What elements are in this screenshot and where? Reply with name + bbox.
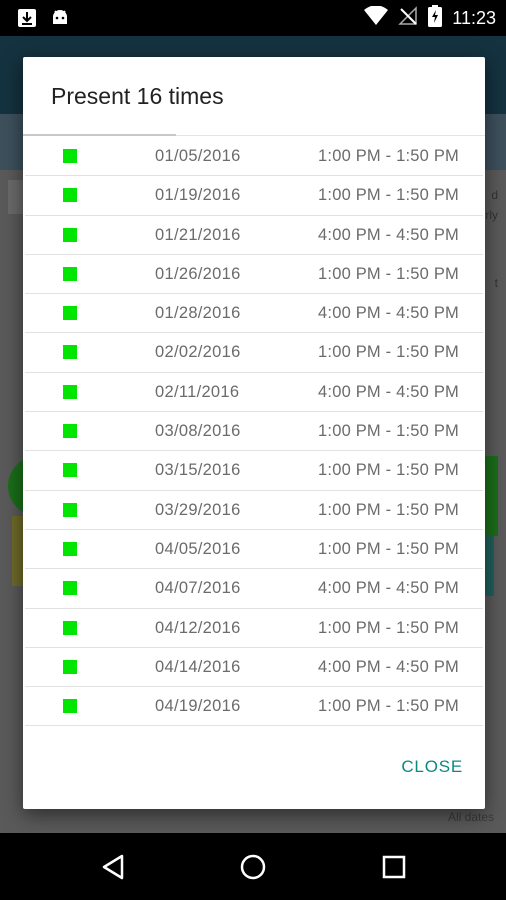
present-marker-icon: [63, 345, 77, 360]
row-time: 1:00 PM - 1:50 PM: [318, 697, 459, 716]
back-icon[interactable]: [98, 851, 130, 883]
background-text: d: [491, 188, 498, 202]
list-item: 01/19/2016 1:00 PM - 1:50 PM: [25, 176, 483, 216]
list-item: 01/28/2016 4:00 PM - 4:50 PM: [25, 294, 483, 334]
present-marker-icon: [63, 227, 77, 242]
home-icon[interactable]: [237, 851, 269, 883]
list-item: 01/21/2016 4:00 PM - 4:50 PM: [25, 216, 483, 255]
list-item: 04/14/2016 4:00 PM - 4:50 PM: [25, 648, 483, 688]
present-marker-icon: [63, 306, 77, 321]
background-text: t: [494, 276, 498, 290]
list-item: 01/05/2016 1:00 PM - 1:50 PM: [25, 137, 483, 177]
row-date: 01/28/2016: [155, 304, 241, 323]
background-text: rly: [485, 208, 498, 222]
list-item: 04/12/2016 1:00 PM - 1:50 PM: [25, 609, 483, 648]
list-item: 03/29/2016 1:00 PM - 1:50 PM: [25, 491, 483, 530]
present-marker-icon: [63, 541, 77, 556]
row-time: 4:00 PM - 4:50 PM: [318, 657, 459, 676]
row-time: 4:00 PM - 4:50 PM: [318, 382, 459, 401]
close-button[interactable]: CLOSE: [401, 757, 463, 777]
row-date: 04/14/2016: [155, 657, 241, 676]
list-item: 04/05/2016 1:00 PM - 1:50 PM: [25, 530, 483, 570]
list-item: 02/02/2016 1:00 PM - 1:50 PM: [25, 333, 483, 373]
scroll-indicator: [23, 134, 176, 136]
row-date: 02/11/2016: [155, 382, 240, 401]
clock: 11:23: [452, 7, 496, 28]
row-time: 1:00 PM - 1:50 PM: [318, 264, 459, 283]
list-item: 03/08/2016 1:00 PM - 1:50 PM: [25, 412, 483, 452]
row-date: 04/12/2016: [155, 618, 241, 637]
list-item: 01/26/2016 1:00 PM - 1:50 PM: [25, 255, 483, 295]
list-item: 02/11/2016 4:00 PM - 4:50 PM: [25, 373, 483, 413]
row-time: 1:00 PM - 1:50 PM: [318, 186, 459, 205]
list-item: 04/07/2016 4:00 PM - 4:50 PM: [25, 569, 483, 609]
row-time: 4:00 PM - 4:50 PM: [318, 304, 459, 323]
row-date: 01/26/2016: [155, 264, 241, 283]
present-marker-icon: [63, 581, 77, 596]
present-marker-icon: [63, 659, 77, 674]
present-marker-icon: [63, 463, 77, 478]
recents-icon[interactable]: [378, 851, 410, 883]
row-date: 02/02/2016: [155, 343, 241, 362]
list-item: 04/19/2016 1:00 PM - 1:50 PM: [25, 687, 483, 727]
row-time: 1:00 PM - 1:50 PM: [318, 343, 459, 362]
row-time: 1:00 PM - 1:50 PM: [318, 422, 459, 441]
row-date: 04/05/2016: [155, 539, 241, 558]
no-signal-icon: [398, 5, 418, 31]
dialog-title: Present 16 times: [51, 83, 224, 109]
download-icon: [17, 8, 37, 28]
status-icons: 11:23: [364, 0, 496, 36]
present-marker-icon: [63, 424, 77, 439]
attendance-dialog: Present 16 times 01/05/2016 1:00 PM - 1:5…: [23, 57, 485, 809]
row-date: 04/07/2016: [155, 579, 241, 598]
present-marker-icon: [63, 188, 77, 203]
present-marker-icon: [63, 699, 77, 714]
navigation-bar: [0, 833, 506, 900]
row-date: 03/08/2016: [155, 422, 241, 441]
list-item: 03/15/2016 1:00 PM - 1:50 PM: [25, 451, 483, 491]
wifi-icon: [364, 4, 389, 31]
row-date: 01/05/2016: [155, 147, 241, 165]
status-bar: 11:23: [0, 0, 506, 36]
present-marker-icon: [63, 502, 77, 517]
row-time: 1:00 PM - 1:50 PM: [318, 461, 459, 480]
battery-charging-icon: [428, 4, 443, 32]
background-footer-text: All dates: [447, 810, 494, 824]
row-time: 1:00 PM - 1:50 PM: [318, 500, 459, 519]
row-time: 4:00 PM - 4:50 PM: [318, 579, 459, 598]
attendance-list[interactable]: 01/05/2016 1:00 PM - 1:50 PM 01/19/2016 1:0…: [23, 137, 485, 727]
present-marker-icon: [63, 620, 77, 635]
row-time: 1:00 PM - 1:50 PM: [318, 618, 459, 637]
present-marker-icon: [63, 384, 77, 399]
row-time: 1:00 PM - 1:50 PM: [318, 539, 459, 558]
row-date: 04/19/2016: [155, 697, 241, 716]
present-marker-icon: [63, 266, 77, 281]
android-icon: [50, 8, 70, 28]
row-time: 1:00 PM - 1:50 PM: [318, 147, 459, 165]
row-date: 03/15/2016: [155, 461, 241, 480]
row-time: 4:00 PM - 4:50 PM: [318, 225, 459, 244]
present-marker-icon: [63, 149, 77, 163]
row-date: 03/29/2016: [155, 500, 241, 519]
row-date: 01/21/2016: [155, 225, 241, 244]
row-date: 01/19/2016: [155, 186, 241, 205]
